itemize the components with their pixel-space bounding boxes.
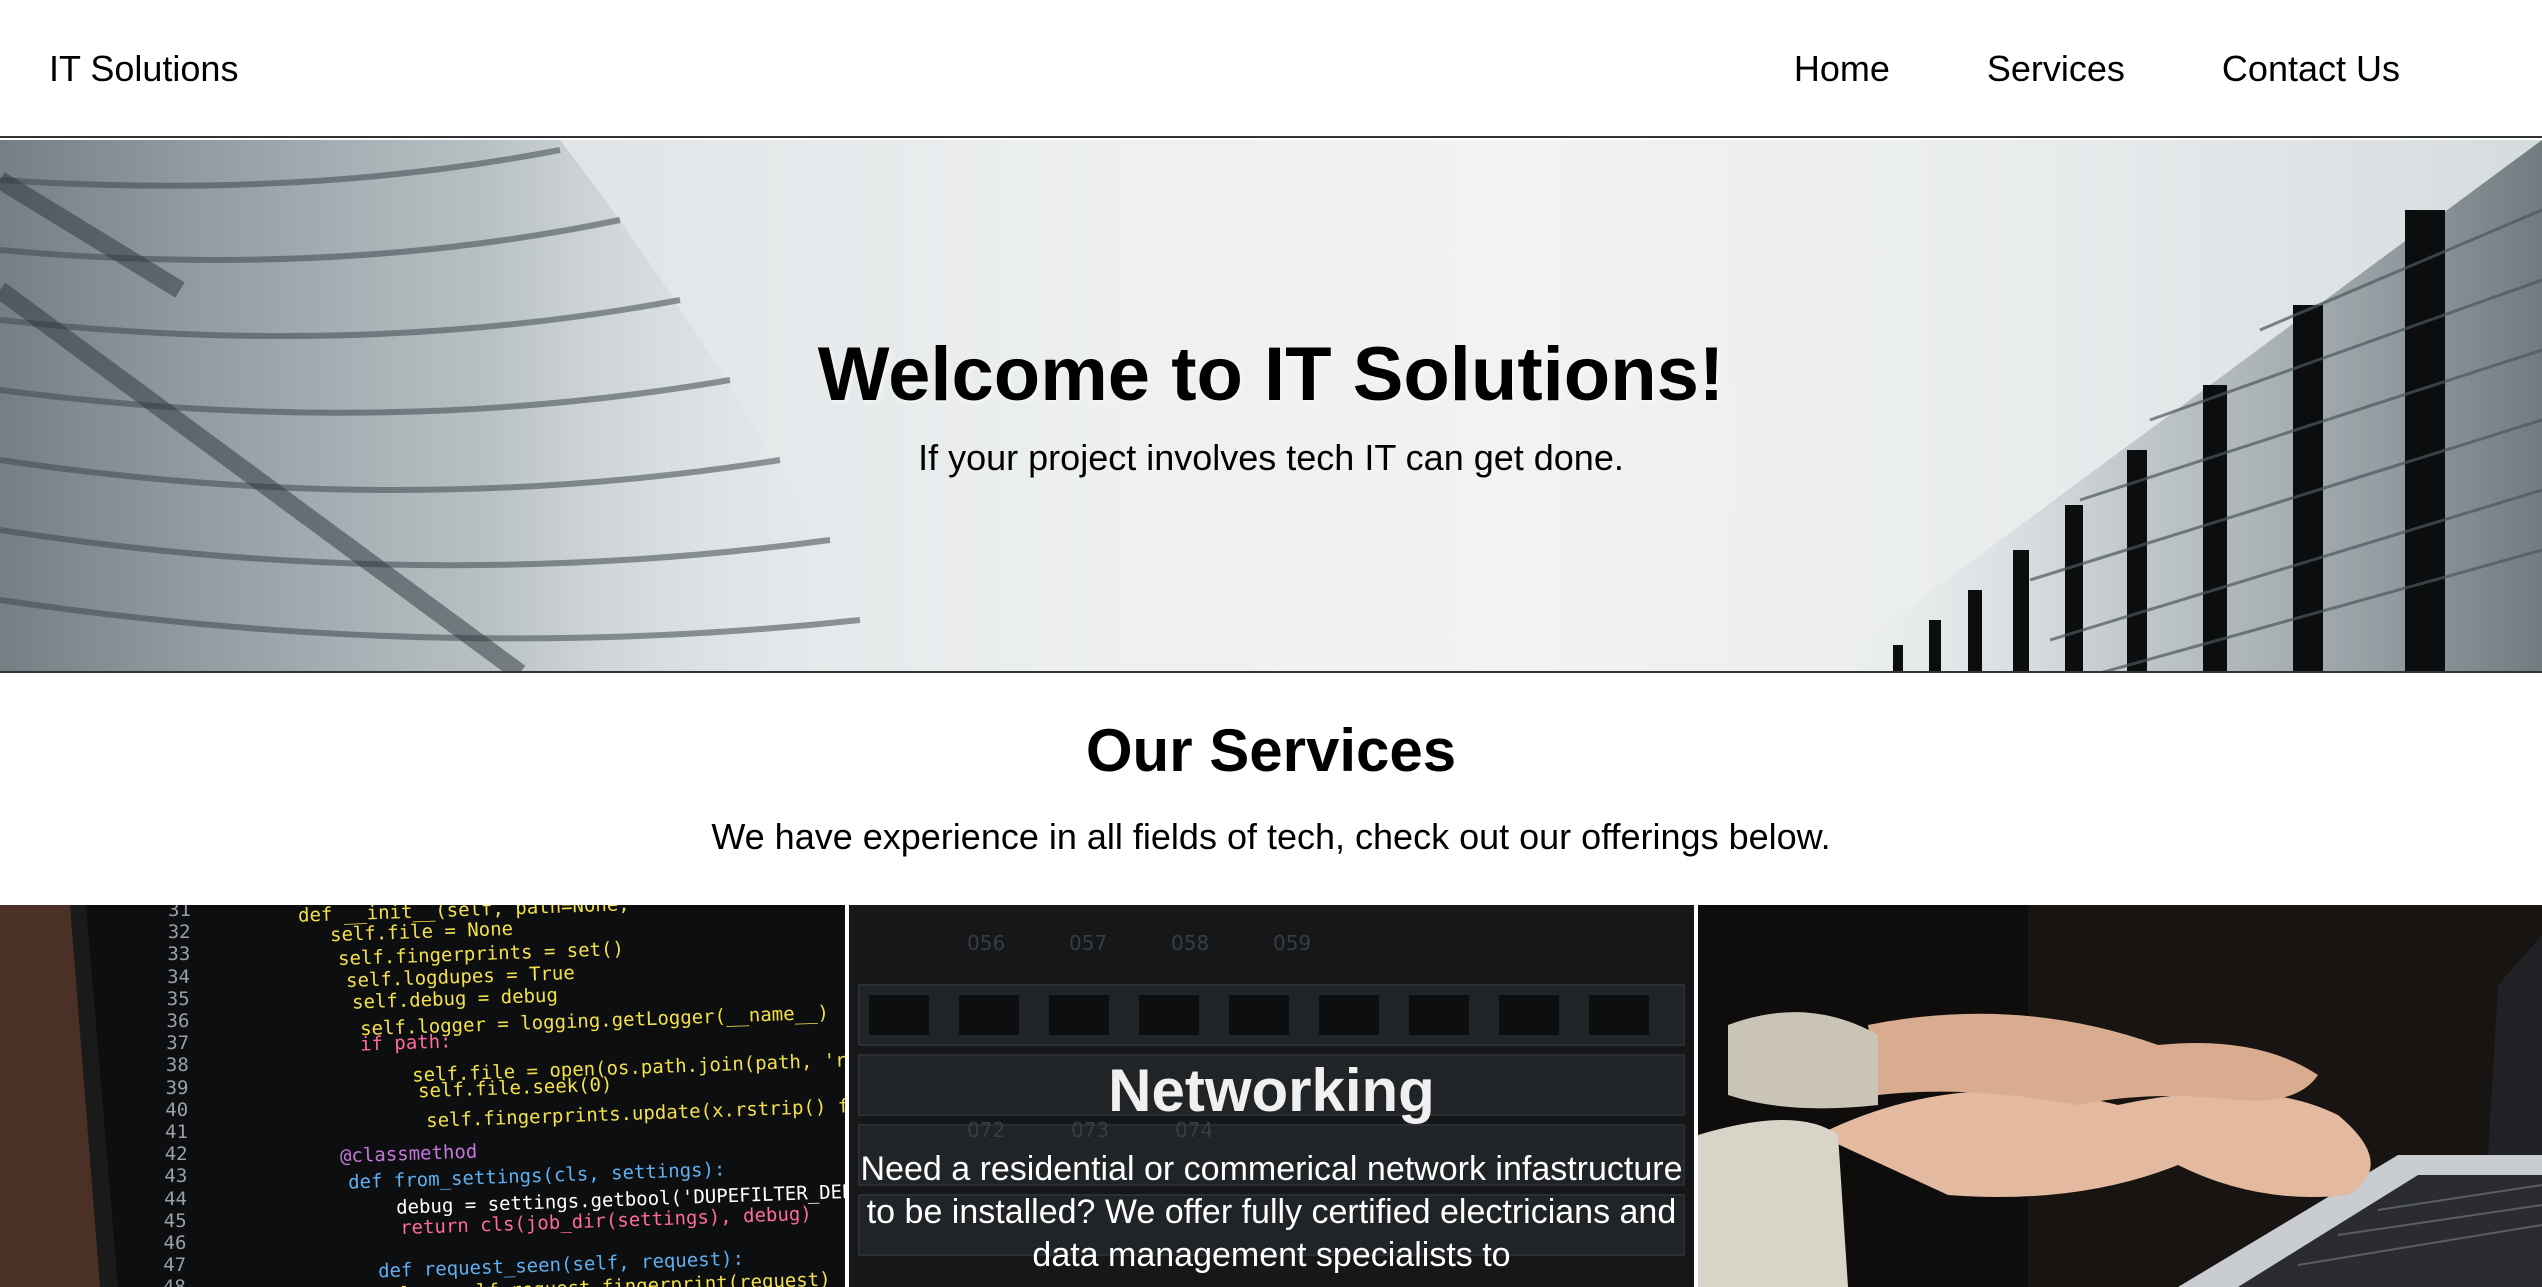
code-line-number: 39 [165, 1076, 189, 1099]
service-cards: 31 def __init__(self, path=None, 32 self.fi… [0, 905, 2542, 1287]
code-line-number: 48 [163, 1276, 186, 1287]
code-line-number: 36 [166, 1010, 190, 1032]
hero-subtitle: If your project involves tech IT can get… [918, 437, 1624, 478]
code-line-number: 41 [165, 1121, 188, 1143]
nav-services-link[interactable]: Services [1987, 47, 2125, 91]
code-line-number: 31 [168, 905, 191, 921]
service-card-support[interactable] [1698, 905, 2542, 1287]
hero-title: Welcome to IT Solutions! [817, 332, 1725, 417]
nav-contact-link[interactable]: Contact Us [2222, 47, 2400, 91]
hero-banner: Welcome to IT Solutions! If your project… [0, 140, 2542, 673]
code-line-number: 47 [163, 1254, 187, 1277]
code-line-number: 40 [165, 1098, 189, 1121]
service-card-software[interactable]: 31 def __init__(self, path=None, 32 self.fi… [0, 905, 845, 1287]
top-navbar: IT Solutions Home Services Contact Us [0, 0, 2542, 138]
brand-logo-link[interactable]: IT Solutions [49, 47, 238, 91]
services-subtitle: We have experience in all fields of tech… [711, 816, 1831, 857]
code-line-number: 32 [167, 921, 191, 944]
code-line-number: 43 [164, 1165, 188, 1188]
main-nav: Home Services Contact Us [1794, 47, 2400, 91]
code-line-number: 35 [166, 987, 190, 1010]
code-line-number: 45 [163, 1209, 187, 1232]
code-line-number: 37 [166, 1032, 190, 1055]
code-line-number: 42 [164, 1143, 188, 1166]
code-line-number: 33 [167, 943, 191, 966]
networking-title: Networking [1108, 1057, 1435, 1124]
code-line-number: 44 [164, 1187, 187, 1210]
nav-home-link[interactable]: Home [1794, 47, 1890, 91]
code-line-number: 46 [163, 1232, 187, 1254]
services-title: Our Services [1085, 717, 1457, 784]
code-line-number: 38 [165, 1054, 189, 1077]
networking-description: Need a residential or commerical network… [860, 1150, 1683, 1274]
service-card-networking[interactable]: 056 057 058 059 072 073 074 Networking Need… [849, 905, 1694, 1287]
code-line-text: if path: [359, 1030, 452, 1056]
laptop-typing-image [1698, 905, 2542, 1287]
code-line-number: 34 [167, 965, 190, 988]
